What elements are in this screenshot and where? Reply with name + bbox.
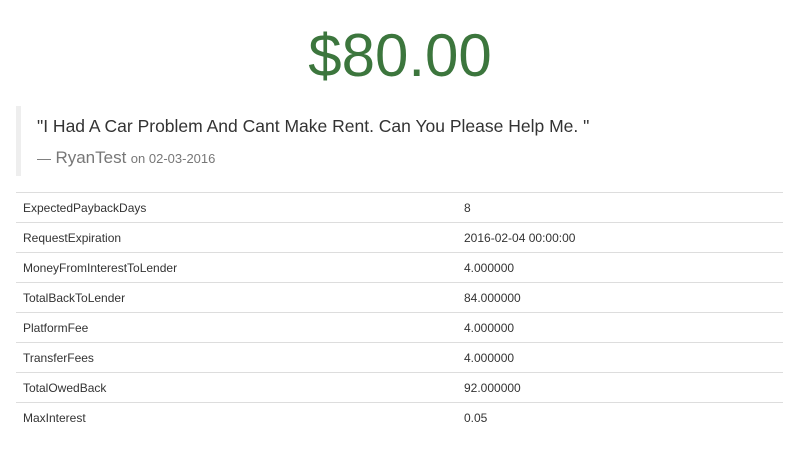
quote-author: RyanTest (55, 148, 127, 167)
detail-value: 4.000000 (455, 342, 783, 373)
detail-label: PlatformFee (16, 312, 455, 343)
detail-value: 8 (455, 192, 783, 223)
loan-details-table: ExpectedPaybackDays 8 RequestExpiration … (16, 192, 783, 433)
table-row: RequestExpiration 2016-02-04 00:00:00 (16, 222, 783, 253)
quote-date-value: 02-03-2016 (148, 151, 216, 166)
quote-date-prefix: on (130, 151, 146, 166)
table-row: PlatformFee 4.000000 (16, 312, 783, 343)
detail-value: 92.000000 (455, 372, 783, 403)
request-quote: "I Had A Car Problem And Cant Make Rent.… (16, 106, 782, 176)
detail-label: TransferFees (16, 342, 455, 373)
quote-date: on 02-03-2016 (131, 151, 216, 166)
table-row: ExpectedPaybackDays 8 (16, 192, 783, 223)
detail-value: 84.000000 (455, 282, 783, 313)
table-row: MoneyFromInterestToLender 4.000000 (16, 252, 783, 283)
quote-dash: — (37, 150, 51, 166)
detail-label: ExpectedPaybackDays (16, 192, 455, 223)
detail-label: MaxInterest (16, 402, 455, 433)
loan-request-page: $80.00 "I Had A Car Problem And Cant Mak… (0, 0, 800, 456)
table-row: TotalOwedBack 92.000000 (16, 372, 783, 403)
detail-label: TotalBackToLender (16, 282, 455, 313)
table-row: MaxInterest 0.05 (16, 402, 783, 433)
table-row: TransferFees 4.000000 (16, 342, 783, 373)
detail-value: 2016-02-04 00:00:00 (455, 222, 783, 253)
quote-text: "I Had A Car Problem And Cant Make Rent.… (37, 116, 590, 136)
detail-label: RequestExpiration (16, 222, 455, 253)
table-row: TotalBackToLender 84.000000 (16, 282, 783, 313)
detail-value: 4.000000 (455, 252, 783, 283)
detail-value: 0.05 (455, 402, 783, 433)
quote-footer: — RyanTest on 02-03-2016 (37, 148, 215, 168)
loan-amount: $80.00 (308, 22, 492, 89)
detail-label: MoneyFromInterestToLender (16, 252, 455, 283)
detail-value: 4.000000 (455, 312, 783, 343)
detail-label: TotalOwedBack (16, 372, 455, 403)
